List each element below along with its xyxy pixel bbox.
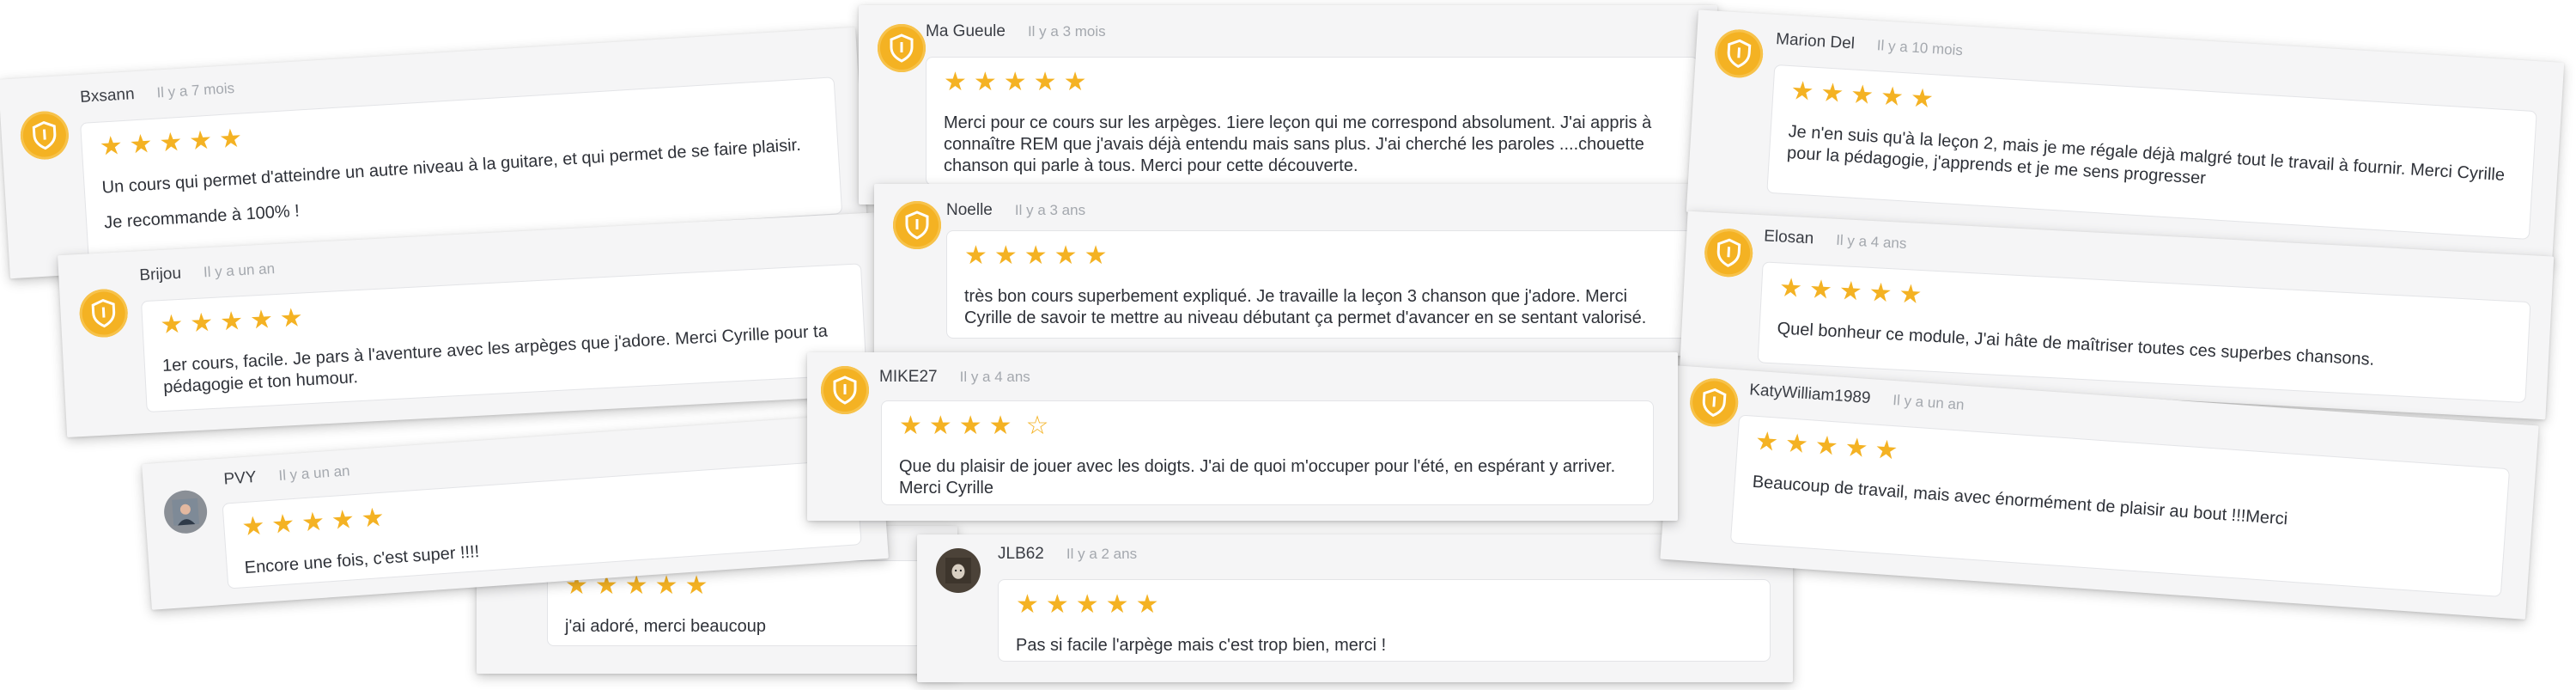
review-date: Il y a 4 ans	[959, 369, 1030, 385]
star-icon: ★★★★★	[98, 124, 251, 162]
star-icon: ★★★★★	[1016, 590, 1166, 619]
review-bubble: ★★★★★ Merci pour ce cours sur les arpège…	[926, 57, 1698, 186]
shield-icon	[78, 288, 130, 339]
author-name[interactable]: Bxsann	[80, 85, 136, 107]
star-outline-icon: ☆	[1025, 412, 1056, 440]
review-header: PVY Il y a un an	[223, 461, 350, 489]
review-bubble: ★★★★★ Beaucoup de travail, mais avec éno…	[1729, 414, 2511, 597]
review-date: Il y a un an	[277, 462, 351, 485]
review-header: Bxsann Il y a 7 mois	[80, 79, 235, 107]
star-icon: ★★★★★	[964, 241, 1115, 270]
review-bubble: ★★★★★ Pas si facile l'arpège mais c'est …	[998, 579, 1771, 662]
review-header: Brijou Il y a un an	[139, 260, 276, 285]
author-name[interactable]: Elosan	[1764, 227, 1814, 248]
review-bubble: ★★★★★ 1er cours, facile. Je pars à l'ave…	[141, 263, 867, 413]
shield-icon	[1703, 227, 1754, 278]
review-bubble: ★★★★★ très bon cours superbement expliqu…	[946, 230, 1693, 339]
shield-icon	[19, 109, 70, 162]
review-card-mike27: MIKE27 Il y a 4 ans ★★★★ ☆ Que du plaisi…	[807, 352, 1678, 521]
star-icon: ★★★★★	[1778, 273, 1930, 310]
review-date: Il y a 3 ans	[1014, 202, 1086, 218]
author-name[interactable]: PVY	[223, 468, 257, 490]
star-icon: ★★★★★	[159, 303, 311, 340]
rating-stars: ★★★★★	[944, 70, 1680, 95]
review-header: Ma Gueule Il y a 3 mois	[926, 22, 1106, 41]
user-avatar-photo	[162, 489, 209, 535]
author-name[interactable]: Ma Gueule	[926, 22, 1005, 41]
review-date: Il y a 4 ans	[1835, 231, 1907, 253]
author-name[interactable]: JLB62	[998, 545, 1044, 564]
star-icon: ★★★★★	[1789, 76, 1941, 114]
rating-stars: ★★★★★	[1016, 592, 1753, 618]
review-date: Il y a un an	[1892, 391, 1965, 413]
review-bubble: ★★★★ ☆ Que du plaisir de jouer avec les …	[881, 400, 1654, 505]
user-avatar-photo	[936, 548, 981, 593]
shield-icon	[1688, 376, 1741, 429]
star-icon: ★★★★★	[240, 503, 392, 542]
review-bubble: ★★★★★ Je n'en suis qu'à la leçon 2, mais…	[1766, 64, 2537, 240]
review-date: Il y a 10 mois	[1876, 37, 1964, 59]
rating-stars: ★★★★★	[964, 243, 1675, 269]
author-name[interactable]: Marion Del	[1776, 30, 1856, 54]
review-text: Que du plaisir de jouer avec les doigts.…	[899, 457, 1616, 498]
review-header: KatyWilliam1989 Il y a un an	[1749, 381, 1965, 414]
star-icon: ★★★★★	[1754, 426, 1906, 467]
review-date: Il y a un an	[203, 260, 276, 281]
review-header: MIKE27 Il y a 4 ans	[879, 368, 1030, 387]
review-text: très bon cours superbement expliqué. Je …	[964, 287, 1647, 327]
shield-icon	[1713, 27, 1765, 80]
review-text: Pas si facile l'arpège mais c'est trop b…	[1016, 636, 1387, 655]
review-date: Il y a 2 ans	[1066, 546, 1138, 562]
review-date: Il y a 7 mois	[155, 79, 235, 101]
review-header: Noelle Il y a 3 ans	[946, 201, 1085, 220]
review-header: JLB62 Il y a 2 ans	[998, 545, 1137, 564]
review-header: Elosan Il y a 4 ans	[1764, 227, 1907, 253]
author-name[interactable]: Brijou	[139, 265, 182, 286]
author-name[interactable]: KatyWilliam1989	[1749, 381, 1872, 408]
star-icon: ★★★★	[899, 412, 1019, 440]
review-header: Marion Del Il y a 10 mois	[1776, 30, 1964, 60]
shield-icon	[893, 201, 941, 249]
shield-icon	[821, 366, 869, 414]
review-text: Merci pour ce cours sur les arpèges. 1ie…	[944, 113, 1652, 175]
author-name[interactable]: Noelle	[946, 201, 993, 220]
author-name[interactable]: MIKE27	[879, 368, 938, 387]
review-card-ma-gueule: Ma Gueule Il y a 3 mois ★★★★★ Merci pour…	[859, 5, 1717, 205]
rating-stars: ★★★★ ☆	[899, 413, 1636, 439]
review-date: Il y a 3 mois	[1027, 23, 1106, 40]
star-icon: ★★★★★	[944, 68, 1094, 96]
review-card-noelle: Noelle Il y a 3 ans ★★★★★ très bon cours…	[874, 184, 1717, 356]
shield-icon	[878, 24, 926, 72]
